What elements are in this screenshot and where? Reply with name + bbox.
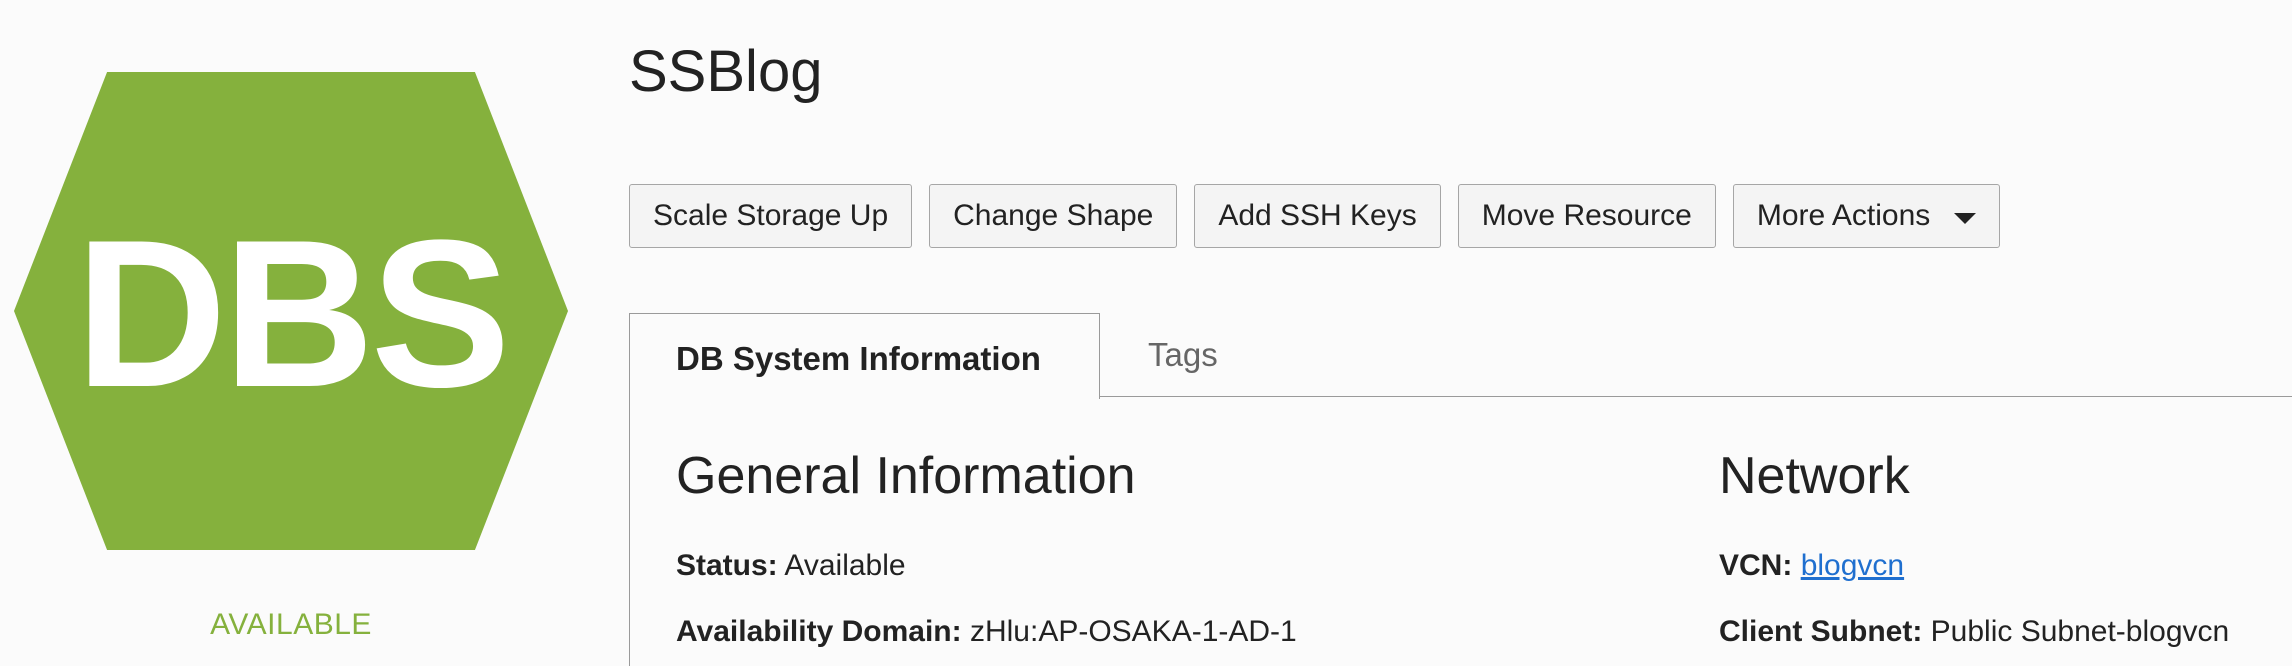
- status-row: Status: Available: [676, 549, 906, 583]
- more-actions-button[interactable]: More Actions: [1732, 184, 2001, 248]
- availability-domain-row: Availability Domain: zHlu:AP-OSAKA-1-AD-…: [676, 615, 1297, 649]
- change-shape-button[interactable]: Change Shape: [929, 184, 1178, 248]
- page-title: SSBlog: [629, 39, 823, 104]
- client-subnet-value: Public Subnet-blogvcn: [1930, 615, 2230, 648]
- add-ssh-keys-button[interactable]: Add SSH Keys: [1194, 184, 1441, 248]
- vcn-link[interactable]: blogvcn: [1801, 549, 1904, 582]
- more-actions-label: More Actions: [1756, 199, 1931, 232]
- resource-badge: DBS: [14, 72, 568, 550]
- general-information-heading: General Information: [676, 447, 1136, 505]
- tab-db-system-information[interactable]: DB System Information: [629, 313, 1100, 399]
- status-key: Status:: [676, 549, 778, 582]
- resource-status-label: AVAILABLE: [210, 608, 372, 641]
- vcn-key: VCN:: [1719, 549, 1793, 582]
- db-system-details-page: DBS AVAILABLE SSBlog Scale Storage Up Ch…: [0, 0, 2292, 666]
- client-subnet-row: Client Subnet: Public Subnet-blogvcn: [1719, 615, 2229, 649]
- availability-domain-value: zHlu:AP-OSAKA-1-AD-1: [969, 615, 1297, 648]
- status-value: Available: [784, 549, 906, 582]
- vcn-row: VCN: blogvcn: [1719, 549, 1904, 583]
- client-subnet-key: Client Subnet:: [1719, 615, 1923, 648]
- badge-icon-label: DBS: [75, 196, 510, 431]
- tab-tags[interactable]: Tags: [1100, 313, 1218, 397]
- action-bar: Scale Storage Up Change Shape Add SSH Ke…: [629, 184, 2001, 248]
- availability-domain-key: Availability Domain:: [676, 615, 962, 648]
- detail-tabs: DB System Information Tags: [629, 313, 2292, 399]
- move-resource-button[interactable]: Move Resource: [1457, 184, 1716, 248]
- network-heading: Network: [1719, 447, 1910, 505]
- caret-down-icon: [1954, 212, 1977, 224]
- tab-panel: General Information Status: Available Av…: [629, 397, 2292, 666]
- scale-storage-up-button[interactable]: Scale Storage Up: [629, 184, 913, 248]
